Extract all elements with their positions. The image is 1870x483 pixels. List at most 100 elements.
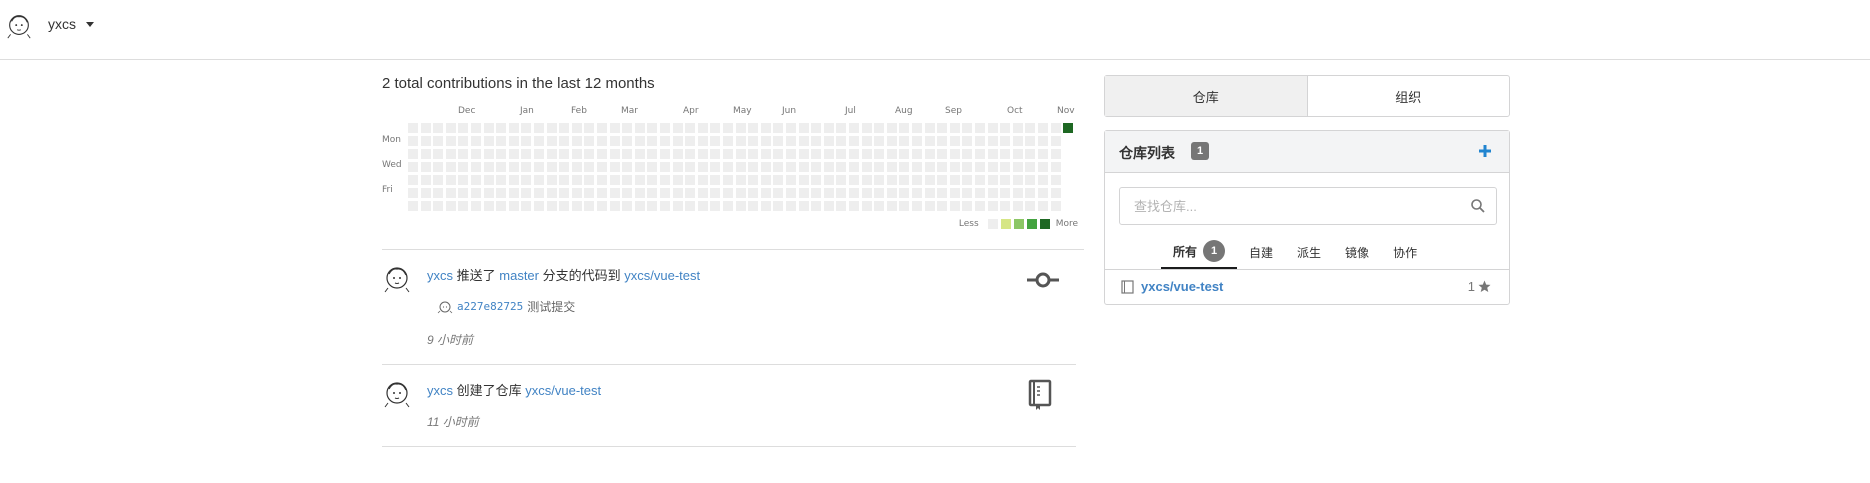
heatmap-cell <box>496 136 507 146</box>
heatmap-cell <box>899 162 910 172</box>
heatmap-cell <box>798 175 809 185</box>
heatmap-cell <box>760 136 771 146</box>
heatmap-cell <box>861 136 872 146</box>
heatmap-cell <box>546 188 557 198</box>
heatmap-cell <box>975 201 985 211</box>
heatmap-cell <box>1038 175 1048 185</box>
heatmap-cell <box>849 136 859 146</box>
heatmap-cell <box>811 123 822 133</box>
heatmap-cell <box>496 123 507 133</box>
heatmap-cell <box>597 162 607 172</box>
commit-sha-link[interactable]: a227e82725 <box>457 300 523 313</box>
legend-swatch <box>987 219 998 229</box>
branch-link[interactable]: master <box>499 268 539 283</box>
heatmap-cell <box>521 149 532 159</box>
heatmap-cell <box>874 136 885 146</box>
month-label: Jul <box>845 106 856 116</box>
filter-tab-all[interactable]: 所有 1 <box>1161 235 1238 269</box>
heatmap-cell <box>508 201 519 211</box>
heatmap-cell <box>1050 188 1061 198</box>
tab-organizations[interactable]: 组织 <box>1308 76 1510 116</box>
filter-tab-forks[interactable]: 派生 <box>1285 235 1333 269</box>
heatmap-cell <box>735 175 746 185</box>
heatmap-cell <box>1050 201 1061 211</box>
heatmap-cell <box>874 201 885 211</box>
heatmap-cell <box>861 123 872 133</box>
heatmap-cell <box>521 175 532 185</box>
heatmap-cell <box>609 149 620 159</box>
heatmap-cell <box>483 175 494 185</box>
heatmap-cell <box>647 123 658 133</box>
month-label: Dec <box>458 106 476 116</box>
plus-icon[interactable] <box>1475 141 1495 161</box>
user-dropdown[interactable]: yxcs <box>48 16 94 32</box>
heatmap-cell <box>786 175 796 185</box>
filter-tab-own[interactable]: 自建 <box>1237 235 1285 269</box>
heatmap-cell <box>483 162 494 172</box>
heatmap-cell <box>1012 162 1023 172</box>
heatmap-cell <box>597 123 607 133</box>
heatmap-cell <box>949 123 960 133</box>
heatmap-cell <box>433 149 444 159</box>
heatmap-cell <box>836 162 847 172</box>
heatmap-cell <box>899 188 910 198</box>
heatmap-cell <box>823 188 834 198</box>
heatmap-cell <box>445 136 456 146</box>
repo-list-item[interactable]: yxcs/vue-test 1 <box>1105 271 1509 303</box>
heatmap-cell <box>874 175 885 185</box>
heatmap-cell <box>1000 175 1011 185</box>
month-label: May <box>733 106 752 116</box>
search-icon[interactable] <box>1470 198 1486 214</box>
heatmap-cell <box>748 201 759 211</box>
heatmap-cell <box>861 162 872 172</box>
heatmap-cell <box>987 175 998 185</box>
heatmap-cell <box>672 188 683 198</box>
heatmap-cell <box>433 136 444 146</box>
avatar-icon[interactable] <box>382 379 412 409</box>
user-link[interactable]: yxcs <box>427 383 453 398</box>
heatmap-cell <box>1025 175 1036 185</box>
repo-search-input[interactable] <box>1120 188 1460 224</box>
heatmap-cell <box>760 149 771 159</box>
avatar-icon[interactable] <box>5 12 33 40</box>
heatmap-cell <box>735 149 746 159</box>
heatmap-cell <box>836 123 847 133</box>
repo-name-link[interactable]: yxcs/vue-test <box>1141 279 1223 294</box>
heatmap-cell <box>634 175 645 185</box>
heatmap-cell <box>823 175 834 185</box>
heatmap-cell <box>1000 162 1011 172</box>
user-link[interactable]: yxcs <box>427 268 453 283</box>
heatmap-cell <box>962 175 973 185</box>
repo-link[interactable]: yxcs/vue-test <box>624 268 700 283</box>
heatmap-cell <box>685 201 696 211</box>
feed-text: yxcs 创建了仓库 yxcs/vue-test <box>427 380 601 399</box>
heatmap-cell <box>508 162 519 172</box>
heatmap-cell <box>559 136 570 146</box>
heatmap-cell <box>697 201 708 211</box>
heatmap-cell <box>1000 188 1011 198</box>
filter-tab-mirrors[interactable]: 镜像 <box>1333 235 1381 269</box>
heatmap-cell <box>912 136 922 146</box>
heatmap-cell <box>445 175 456 185</box>
heatmap-cell <box>685 149 696 159</box>
heatmap-cell <box>647 201 658 211</box>
repo-list-panel: 仓库列表 1 所有 1 自建 派生 镜像 协作 yxcs/vue-test 1 <box>1104 130 1510 305</box>
heatmap-cell <box>823 136 834 146</box>
heatmap-cell <box>647 188 658 198</box>
heatmap-cell <box>458 123 469 133</box>
heatmap-cell <box>912 162 922 172</box>
repo-link[interactable]: yxcs/vue-test <box>525 383 601 398</box>
heatmap-cell <box>1038 149 1048 159</box>
tab-repositories[interactable]: 仓库 <box>1105 76 1308 116</box>
heatmap-cell <box>1000 123 1011 133</box>
legend-less-label: Less <box>958 219 979 229</box>
heatmap-cell <box>748 188 759 198</box>
heatmap-cell <box>571 136 582 146</box>
heatmap-cell <box>735 188 746 198</box>
filter-tab-collab[interactable]: 协作 <box>1381 235 1429 269</box>
heatmap-cell <box>697 188 708 198</box>
avatar-icon[interactable] <box>382 264 412 294</box>
heatmap-cell <box>534 188 544 198</box>
heatmap-cell <box>483 188 494 198</box>
heatmap-cell <box>534 149 544 159</box>
